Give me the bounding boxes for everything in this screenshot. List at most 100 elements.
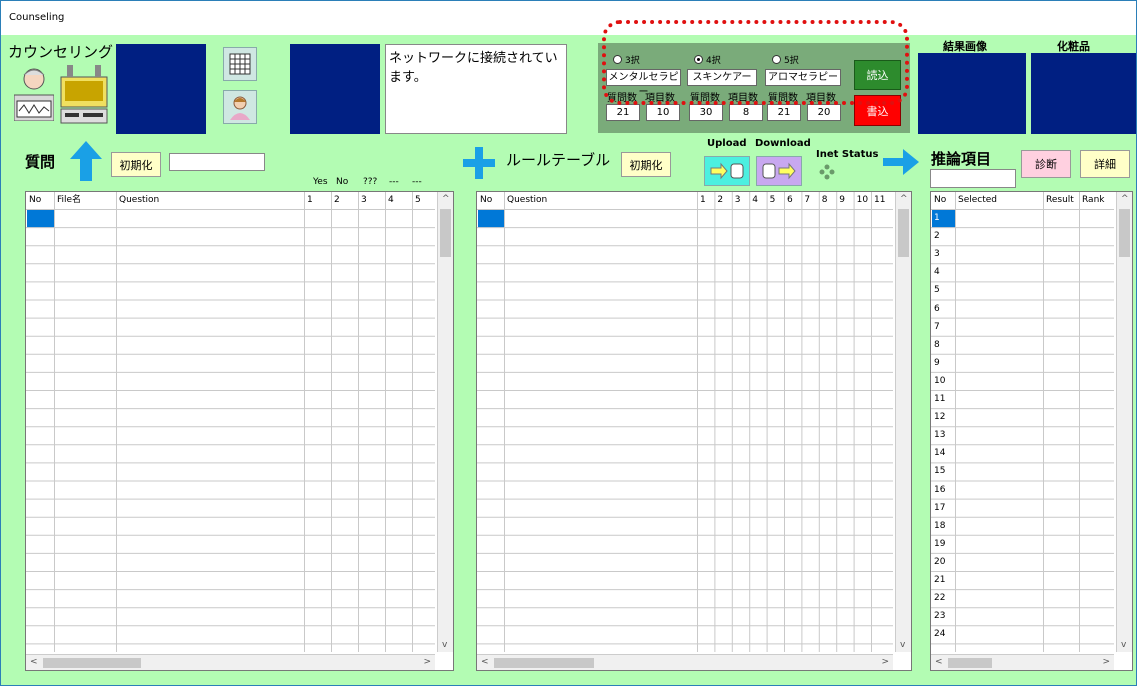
- scroll-thumb[interactable]: [948, 658, 992, 668]
- row-number: 10: [934, 375, 946, 386]
- scroll-thumb[interactable]: [494, 658, 594, 668]
- column-header[interactable]: 5: [415, 192, 421, 209]
- answer-header: ???: [363, 177, 378, 187]
- diagnose-button[interactable]: 診断: [1021, 150, 1071, 178]
- row-number: 19: [934, 538, 946, 549]
- column-header[interactable]: 1: [700, 192, 706, 209]
- column-header[interactable]: 5: [770, 192, 776, 209]
- item-count-field-1[interactable]: 10: [646, 104, 680, 121]
- rule-grid[interactable]: No Question 1 2 3 4 5 6 7 8 9 10 11 ^ v < >: [476, 191, 912, 671]
- download-icon: [762, 162, 796, 180]
- vertical-scrollbar[interactable]: ^ v: [895, 192, 911, 652]
- answer-header: Yes: [313, 177, 328, 187]
- rule-init-button[interactable]: 初期化: [621, 152, 671, 177]
- row-number: 24: [934, 629, 946, 640]
- column-header[interactable]: File名: [57, 192, 81, 209]
- inet-status-label: Inet Status: [816, 149, 879, 160]
- grid-icon: [229, 53, 251, 75]
- result-image-label: 結果画像: [943, 40, 987, 53]
- vertical-scrollbar[interactable]: ^ v: [437, 192, 453, 652]
- grid-lines: [26, 192, 435, 652]
- column-header[interactable]: 10: [857, 192, 868, 209]
- column-header[interactable]: 8: [822, 192, 828, 209]
- question-search-input[interactable]: [169, 153, 265, 171]
- column-header[interactable]: 6: [787, 192, 793, 209]
- column-header[interactable]: No: [29, 192, 41, 209]
- question-grid[interactable]: No File名 Question 1 2 3 4 5 ^ v < >: [25, 191, 454, 671]
- scroll-right-icon[interactable]: >: [881, 657, 889, 667]
- column-header[interactable]: 2: [334, 192, 340, 209]
- column-header[interactable]: Result: [1046, 192, 1074, 209]
- scroll-right-icon[interactable]: >: [1102, 657, 1110, 667]
- row-number: 14: [934, 448, 946, 459]
- column-header[interactable]: 2: [717, 192, 723, 209]
- vertical-scrollbar[interactable]: ^ v: [1116, 192, 1132, 652]
- column-header[interactable]: 3: [735, 192, 741, 209]
- column-header[interactable]: No: [934, 192, 946, 209]
- scroll-thumb[interactable]: [898, 209, 909, 257]
- row-number: 17: [934, 502, 946, 513]
- row-number: 8: [934, 339, 940, 350]
- horizontal-scrollbar[interactable]: < >: [931, 654, 1114, 670]
- row-number: 4: [934, 267, 940, 278]
- column-header[interactable]: 11: [874, 192, 885, 209]
- q-count-field-2[interactable]: 30: [689, 104, 723, 121]
- item-count-field-3[interactable]: 20: [807, 104, 841, 121]
- scroll-up-icon[interactable]: ^: [442, 194, 450, 204]
- title-bar: Counseling: [1, 1, 1136, 35]
- scroll-thumb[interactable]: [440, 209, 451, 257]
- column-header[interactable]: Question: [119, 192, 159, 209]
- column-header[interactable]: 4: [752, 192, 758, 209]
- column-header[interactable]: 1: [307, 192, 313, 209]
- upload-button[interactable]: [704, 156, 750, 186]
- scroll-left-icon[interactable]: <: [30, 657, 38, 667]
- scroll-up-icon[interactable]: ^: [1121, 194, 1129, 204]
- inference-title: 推論項目: [931, 150, 992, 168]
- inference-input[interactable]: [930, 169, 1016, 188]
- horizontal-scrollbar[interactable]: < >: [26, 654, 435, 670]
- column-header[interactable]: 9: [839, 192, 845, 209]
- answer-header: No: [336, 177, 349, 187]
- column-header[interactable]: Selected: [958, 192, 997, 209]
- scroll-down-icon[interactable]: v: [442, 640, 447, 650]
- question-title: 質問: [25, 153, 56, 171]
- scroll-left-icon[interactable]: <: [481, 657, 489, 667]
- inference-grid[interactable]: No Selected Result Rank 1 2 3 4 5 6 7 8 9 10 11 12 13 14 1…: [930, 191, 1133, 671]
- scroll-left-icon[interactable]: <: [935, 657, 943, 667]
- column-header[interactable]: Question: [507, 192, 547, 209]
- column-header[interactable]: 7: [804, 192, 810, 209]
- q-count-field-1[interactable]: 21: [606, 104, 640, 121]
- scroll-up-icon[interactable]: ^: [900, 194, 908, 204]
- question-init-button[interactable]: 初期化: [111, 152, 161, 177]
- column-header[interactable]: 4: [388, 192, 394, 209]
- column-header[interactable]: 3: [361, 192, 367, 209]
- column-header[interactable]: Rank: [1082, 192, 1105, 209]
- row-number: 1: [934, 213, 940, 223]
- row-number: 21: [934, 575, 946, 585]
- answer-header: ---: [389, 177, 399, 187]
- grid-button[interactable]: [223, 47, 257, 81]
- scroll-down-icon[interactable]: v: [1121, 640, 1126, 650]
- upload-label: Upload: [707, 138, 747, 149]
- horizontal-scrollbar[interactable]: < >: [477, 654, 893, 670]
- row-number: 23: [934, 611, 946, 622]
- row-number: 18: [934, 520, 946, 531]
- highlight-annotation: [602, 20, 909, 105]
- app-name: カウンセリング: [8, 43, 114, 61]
- image-panel-1: [116, 44, 206, 134]
- row-number: 2: [934, 231, 940, 242]
- scroll-thumb[interactable]: [43, 658, 141, 668]
- row-number: 11: [934, 394, 946, 404]
- rule-title: ルールテーブル: [506, 151, 611, 169]
- column-header[interactable]: No: [480, 192, 492, 209]
- item-count-field-2[interactable]: 8: [729, 104, 763, 121]
- scroll-right-icon[interactable]: >: [423, 657, 431, 667]
- download-button[interactable]: [756, 156, 802, 186]
- row-number: 15: [934, 466, 946, 477]
- scroll-down-icon[interactable]: v: [900, 640, 905, 650]
- person-button[interactable]: [223, 90, 257, 124]
- scroll-thumb[interactable]: [1119, 209, 1130, 257]
- grid-lines: [931, 192, 1114, 652]
- q-count-field-3[interactable]: 21: [767, 104, 801, 121]
- detail-button[interactable]: 詳細: [1080, 150, 1130, 178]
